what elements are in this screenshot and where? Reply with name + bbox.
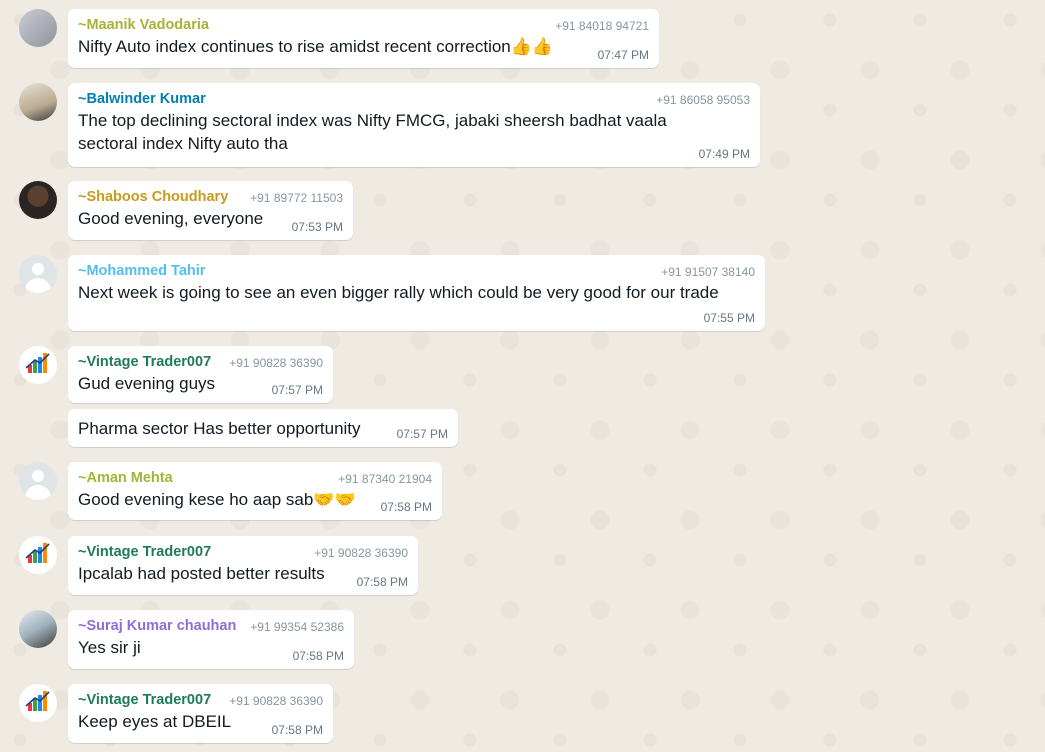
sender-name[interactable]: ~Mohammed Tahir — [78, 263, 205, 279]
sender-phone: +91 89772 11503 — [250, 191, 343, 205]
message-text: Good evening kese ho aap sab🤝🤝 — [78, 490, 356, 509]
sender-name[interactable]: ~Balwinder Kumar — [78, 91, 206, 107]
sender-name[interactable]: ~Maanik Vadodaria — [78, 17, 209, 33]
avatar[interactable] — [19, 536, 57, 574]
sender-name[interactable]: ~Vintage Trader007 — [78, 544, 211, 560]
message-bubble[interactable]: ~Vintage Trader007 +91 90828 36390 Ipcal… — [68, 536, 418, 595]
message-time: 07:53 PM — [291, 220, 343, 234]
sender-phone: +91 90828 36390 — [229, 356, 323, 370]
sender-name[interactable]: ~Vintage Trader007 — [78, 692, 211, 708]
message-bubble[interactable]: ~Maanik Vadodaria +91 84018 94721 Nifty … — [68, 9, 659, 68]
sender-name[interactable]: ~Suraj Kumar chauhan — [78, 618, 236, 634]
message-text: The top declining sectoral index was Nif… — [78, 111, 667, 153]
sender-phone: +91 90828 36390 — [229, 694, 323, 708]
avatar[interactable] — [19, 83, 57, 121]
sender-phone: +91 84018 94721 — [555, 19, 649, 33]
sender-name[interactable]: ~Vintage Trader007 — [78, 354, 211, 370]
default-avatar-icon[interactable] — [19, 255, 57, 293]
message-bubble[interactable]: ~Shaboos Choudhary +91 89772 11503 Good … — [68, 181, 353, 240]
message-bubble[interactable]: ~Vintage Trader007 +91 90828 36390 Gud e… — [68, 346, 333, 403]
message-time: 07:57 PM — [271, 383, 323, 397]
message-time: 07:49 PM — [698, 147, 750, 161]
message-bubble[interactable]: ~Suraj Kumar chauhan +91 99354 52386 Yes… — [68, 610, 354, 669]
message-time: 07:47 PM — [597, 48, 649, 62]
message-time: 07:58 PM — [271, 723, 323, 737]
sender-phone: +91 90828 36390 — [314, 546, 408, 560]
message-bubble[interactable]: Pharma sector Has better opportunity 07:… — [68, 409, 458, 447]
chart-logo-icon — [25, 353, 50, 373]
avatar[interactable] — [19, 684, 57, 722]
message-bubble[interactable]: ~Vintage Trader007 +91 90828 36390 Keep … — [68, 684, 333, 743]
default-avatar-icon[interactable] — [19, 462, 57, 500]
message-bubble[interactable]: ~Balwinder Kumar +91 86058 95053 The top… — [68, 83, 760, 167]
message-text: Pharma sector Has better opportunity — [78, 419, 361, 438]
message-time: 07:58 PM — [356, 575, 408, 589]
sender-phone: +91 86058 95053 — [656, 93, 750, 107]
message-time: 07:58 PM — [380, 500, 432, 514]
avatar[interactable] — [19, 346, 57, 384]
message-time: 07:58 PM — [292, 649, 344, 663]
message-time: 07:55 PM — [703, 311, 755, 325]
avatar[interactable] — [19, 9, 57, 47]
sender-name[interactable]: ~Aman Mehta — [78, 470, 173, 486]
message-bubble[interactable]: ~Mohammed Tahir +91 91507 38140 Next wee… — [68, 255, 765, 331]
sender-phone: +91 91507 38140 — [661, 265, 755, 279]
avatar[interactable] — [19, 181, 57, 219]
sender-phone: +91 87340 21904 — [338, 472, 432, 486]
message-time: 07:57 PM — [396, 427, 448, 441]
chart-logo-icon — [25, 691, 50, 711]
avatar[interactable] — [19, 610, 57, 648]
sender-name[interactable]: ~Shaboos Choudhary — [78, 189, 228, 205]
message-text: Next week is going to see an even bigger… — [78, 283, 719, 302]
chart-logo-icon — [25, 543, 50, 563]
message-bubble[interactable]: ~Aman Mehta +91 87340 21904 Good evening… — [68, 462, 442, 520]
message-text: Nifty Auto index continues to rise amids… — [78, 37, 554, 56]
sender-phone: +91 99354 52386 — [250, 620, 344, 634]
